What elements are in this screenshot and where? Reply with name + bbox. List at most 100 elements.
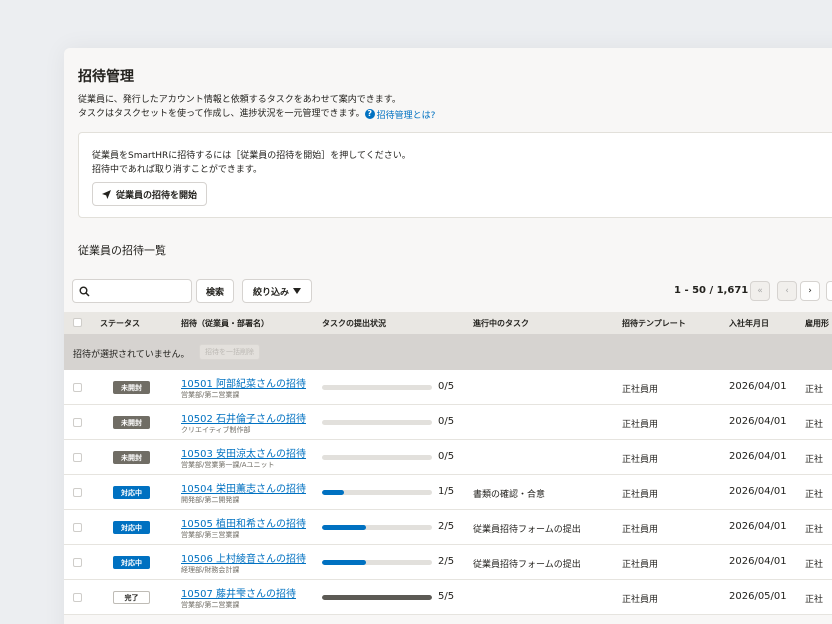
select-all-checkbox[interactable] xyxy=(73,318,82,327)
progress-bar xyxy=(322,490,432,495)
start-invitation-button[interactable]: 従業員の招待を開始 xyxy=(92,182,208,206)
filter-button[interactable]: 絞り込み xyxy=(242,279,312,303)
invite-info-box: 従業員をSmartHRに招待するには［従業員の招待を開始］を押してください。 招… xyxy=(78,132,832,218)
progress-fill xyxy=(322,595,432,600)
page-title: 招待管理 xyxy=(78,69,134,85)
department-name: 営業部/営業第一課/Aユニット xyxy=(181,461,275,469)
join-date: 2026/04/01 xyxy=(729,451,787,462)
header-invitation: 招待（従業員・部署名） xyxy=(181,319,269,328)
join-date: 2026/04/01 xyxy=(729,521,787,532)
bulk-selection-text: 招待が選択されていません。 xyxy=(73,350,190,360)
bulk-action-bar: 招待が選択されていません。 招待を一括削除 xyxy=(64,334,832,370)
row-checkbox[interactable] xyxy=(73,593,82,602)
department-name: 営業部/第三営業課 xyxy=(181,531,240,539)
department-name: クリエイティブ制作部 xyxy=(181,426,251,434)
invitation-link[interactable]: 10505 植田和希さんの招待 xyxy=(181,515,306,530)
progress-text: 2/5 xyxy=(438,556,455,567)
first-page-button[interactable]: « xyxy=(750,281,770,301)
progress-text: 0/5 xyxy=(438,381,455,392)
template-name: 正社員用 xyxy=(622,420,659,430)
page-description-line2: タスクはタスクセットを使って作成し、進捗状況を一元管理できます。? 招待管理とは? xyxy=(78,106,435,121)
status-badge: 未開封 xyxy=(113,416,150,429)
employment-type: 正社 xyxy=(805,385,824,395)
progress-text: 2/5 xyxy=(438,521,455,532)
employment-type: 正社 xyxy=(805,560,824,570)
employment-type: 正社 xyxy=(805,595,824,605)
status-badge: 未開封 xyxy=(113,381,150,394)
invitation-link[interactable]: 10507 藤井雫さんの招待 xyxy=(181,585,296,600)
employment-type: 正社 xyxy=(805,525,824,535)
bulk-delete-button[interactable]: 招待を一括削除 xyxy=(199,344,260,360)
next-page-button[interactable]: › xyxy=(800,281,820,301)
paper-plane-icon xyxy=(102,189,111,199)
progress-bar xyxy=(322,420,432,425)
header-status: ステータス xyxy=(100,319,140,328)
join-date: 2026/04/01 xyxy=(729,416,787,427)
help-link-label: 招待管理とは? xyxy=(376,110,436,121)
template-name: 正社員用 xyxy=(622,595,659,605)
search-button[interactable]: 検索 xyxy=(196,279,234,303)
progress-text: 0/5 xyxy=(438,451,455,462)
table-row: 未開封 10503 安田涼太さんの招待 営業部/営業第一課/Aユニット 0/5 正社員用… xyxy=(64,440,832,475)
invitation-link[interactable]: 10503 安田涼太さんの招待 xyxy=(181,445,306,460)
search-input[interactable] xyxy=(93,282,188,300)
status-badge: 対応中 xyxy=(113,556,150,569)
help-link[interactable]: ? 招待管理とは? xyxy=(364,108,436,121)
join-date: 2026/04/01 xyxy=(729,486,787,497)
invitation-link[interactable]: 10504 栄田薫志さんの招待 xyxy=(181,480,306,495)
filter-icon xyxy=(293,288,301,294)
header-current-task: 進行中のタスク xyxy=(473,319,529,328)
department-name: 開発部/第二開発課 xyxy=(181,496,240,504)
pagination-info: 1 - 50 / 1,671 xyxy=(674,285,749,296)
question-icon: ? xyxy=(364,109,375,119)
template-name: 正社員用 xyxy=(622,455,659,465)
join-date: 2026/04/01 xyxy=(729,381,787,392)
header-progress: タスクの提出状況 xyxy=(322,319,386,328)
invitation-link[interactable]: 10501 阿部紀菜さんの招待 xyxy=(181,375,306,390)
invitation-link[interactable]: 10502 石井倫子さんの招待 xyxy=(181,410,306,425)
search-box xyxy=(72,279,192,303)
table-row: 完了 10507 藤井雫さんの招待 営業部/第二営業課 5/5 正社員用 2026/05/… xyxy=(64,580,832,615)
template-name: 正社員用 xyxy=(622,560,659,570)
row-checkbox[interactable] xyxy=(73,523,82,532)
row-checkbox[interactable] xyxy=(73,453,82,462)
last-page-button[interactable]: » xyxy=(826,281,832,301)
table-header: ステータス 招待（従業員・部署名） タスクの提出状況 進行中のタスク 招待テンプ… xyxy=(64,312,832,334)
progress-bar xyxy=(322,385,432,390)
invitation-list-title: 従業員の招待一覧 xyxy=(78,244,166,257)
invitation-link[interactable]: 10506 上村綾音さんの招待 xyxy=(181,550,306,565)
template-name: 正社員用 xyxy=(622,385,659,395)
join-date: 2026/05/01 xyxy=(729,591,787,602)
template-name: 正社員用 xyxy=(622,490,659,500)
department-name: 営業部/第二営業課 xyxy=(181,601,240,609)
row-checkbox[interactable] xyxy=(73,488,82,497)
join-date: 2026/04/01 xyxy=(729,556,787,567)
progress-text: 1/5 xyxy=(438,486,455,497)
progress-fill xyxy=(322,560,366,565)
template-name: 正社員用 xyxy=(622,525,659,535)
employment-type: 正社 xyxy=(805,420,824,430)
page-description-text: タスクはタスクセットを使って作成し、進捗状況を一元管理できます。 xyxy=(78,109,365,119)
header-join-date: 入社年月日 xyxy=(729,319,769,328)
department-name: 経理部/財務会計課 xyxy=(181,566,240,574)
row-checkbox[interactable] xyxy=(73,558,82,567)
row-checkbox[interactable] xyxy=(73,418,82,427)
current-task: 従業員招待フォームの提出 xyxy=(473,560,581,570)
progress-bar xyxy=(322,560,432,565)
department-name: 営業部/第二営業課 xyxy=(181,391,240,399)
table-row: 対応中 10506 上村綾音さんの招待 経理部/財務会計課 2/5 従業員招待フォームの… xyxy=(64,545,832,580)
row-checkbox[interactable] xyxy=(73,383,82,392)
info-text-line1: 従業員をSmartHRに招待するには［従業員の招待を開始］を押してください。 xyxy=(92,151,411,161)
progress-bar xyxy=(322,595,432,600)
header-employment: 雇用形 xyxy=(805,319,829,328)
status-badge: 対応中 xyxy=(113,521,150,534)
prev-page-button[interactable]: ‹ xyxy=(777,281,797,301)
table-row: 未開封 10501 阿部紀菜さんの招待 営業部/第二営業課 0/5 正社員用 2026/0… xyxy=(64,370,832,405)
employment-type: 正社 xyxy=(805,455,824,465)
status-badge: 完了 xyxy=(113,591,150,604)
header-template: 招待テンプレート xyxy=(622,319,686,328)
progress-text: 5/5 xyxy=(438,591,455,602)
progress-bar xyxy=(322,525,432,530)
current-task: 書類の確認・合意 xyxy=(473,490,546,500)
page-description-line1: 従業員に、発行したアカウント情報と依頼するタスクをあわせて案内できます。 xyxy=(78,95,401,105)
